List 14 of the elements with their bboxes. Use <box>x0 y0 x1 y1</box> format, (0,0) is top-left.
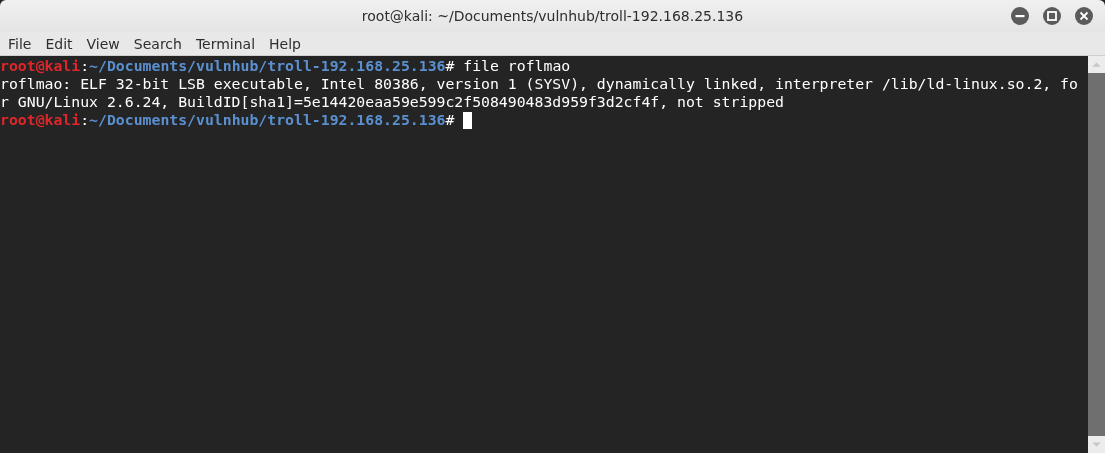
output-line: r GNU/Linux 2.6.24, BuildID[sha1]=5e14420eaa59e599c2f508490483d959f3d2cf4f, not stripped <box>0 93 784 111</box>
menu-item[interactable]: Terminal <box>188 35 263 52</box>
close-icon[interactable] <box>1075 7 1093 25</box>
prompt-line: root@kali:~/Documents/vulnhub/troll-192.168.25.136# file roflmao <box>0 57 571 75</box>
menu-item[interactable]: Edit <box>38 35 80 52</box>
maximize-icon[interactable] <box>1043 7 1061 25</box>
menu-item[interactable]: Help <box>262 35 308 52</box>
menu-item[interactable]: Search <box>126 35 189 52</box>
menu-item[interactable]: File <box>1 35 39 52</box>
window-title: root@kali: ~/Documents/vulnhub/troll-192.168.25.136 <box>361 8 744 24</box>
output-line: roflmao: ELF 32-bit LSB executable, Intel 80386, version 1 (SYSV), dynamically linked, interpreter /lib/ld-linux.so.2, fo <box>0 75 1078 93</box>
prompt-line: root@kali:~/Documents/vulnhub/troll-192.168.25.136# <box>0 111 455 129</box>
menu-item[interactable]: View <box>79 35 127 52</box>
minimize-icon[interactable] <box>1011 7 1029 25</box>
